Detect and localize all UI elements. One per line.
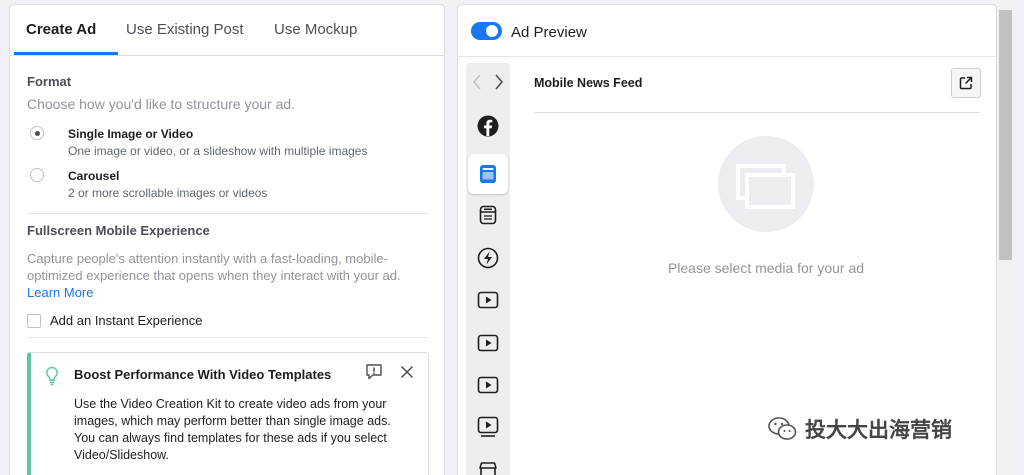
format-title: Format — [27, 74, 72, 89]
scrollbar-thumb[interactable] — [999, 10, 1012, 260]
learn-more-link[interactable]: Learn More — [27, 285, 93, 300]
option-label-single-image[interactable]: Single Image or Video — [68, 127, 193, 141]
option-desc-carousel: 2 or more scrollable images or videos — [68, 186, 268, 200]
option-label-carousel[interactable]: Carousel — [68, 169, 119, 183]
instant-experience-label[interactable]: Add an Instant Experience — [50, 313, 203, 328]
placement-video-3[interactable] — [468, 365, 508, 405]
external-link-icon — [959, 76, 973, 90]
report-feedback-icon[interactable] — [365, 363, 383, 381]
placement-instant-articles[interactable] — [468, 238, 508, 278]
media-placeholder — [718, 136, 814, 232]
format-subtitle: Choose how you'd like to structure your … — [27, 96, 296, 112]
video-feed-icon — [477, 416, 499, 437]
option-desc-single-image: One image or video, or a slideshow with … — [68, 144, 368, 158]
section-divider — [27, 337, 428, 338]
lightbulb-icon — [46, 366, 58, 386]
instant-articles-icon — [477, 247, 499, 269]
instant-experience-checkbox[interactable] — [27, 314, 41, 328]
facebook-icon — [477, 115, 499, 137]
preview-divider — [534, 112, 980, 113]
media-placeholder-icon — [736, 164, 795, 209]
video-icon — [477, 334, 499, 352]
story-icon — [479, 205, 497, 225]
active-tab-indicator — [14, 52, 118, 55]
boost-card-text: Use the Video Creation Kit to create vid… — [74, 397, 391, 462]
section-divider — [27, 213, 428, 214]
page-scrollbar[interactable] — [997, 0, 1014, 475]
placement-title: Mobile News Feed — [534, 76, 643, 90]
fullscreen-description: Capture people's attention instantly wit… — [27, 251, 401, 283]
ad-preview-toggle[interactable] — [471, 22, 502, 40]
boost-card-title: Boost Performance With Video Templates — [74, 367, 332, 382]
wechat-icon — [768, 417, 797, 440]
placement-stories[interactable] — [468, 195, 508, 235]
tab-use-mockup[interactable]: Use Mockup — [274, 21, 357, 38]
tab-create-ad[interactable]: Create Ad — [26, 21, 96, 38]
placement-marketplace[interactable] — [468, 451, 508, 475]
radio-carousel[interactable] — [30, 168, 44, 182]
empty-media-message: Please select media for your ad — [667, 260, 865, 276]
placement-video-1[interactable] — [468, 280, 508, 320]
ad-preview-panel: Ad Preview Mobile News Feed Please selec… — [457, 4, 997, 475]
fullscreen-title: Fullscreen Mobile Experience — [27, 223, 210, 238]
creative-tabs: Create Ad Use Existing Post Use Mockup — [10, 5, 444, 56]
chevron-right-icon[interactable] — [493, 73, 505, 91]
header-divider — [458, 56, 996, 57]
chevron-left-icon[interactable] — [471, 73, 483, 91]
open-preview-button[interactable] — [951, 68, 981, 98]
radio-single-image[interactable] — [30, 126, 44, 140]
ad-preview-label: Ad Preview — [511, 24, 587, 41]
placement-facebook[interactable] — [468, 106, 508, 146]
placement-video-2[interactable] — [468, 323, 508, 363]
placement-mobile-news-feed[interactable] — [468, 154, 508, 194]
watermark: 投大大出海营销 — [767, 414, 952, 444]
close-icon[interactable] — [400, 365, 414, 379]
placement-video-feed[interactable] — [468, 407, 508, 447]
watermark-text: 投大大出海营销 — [805, 419, 952, 442]
marketplace-icon — [479, 462, 497, 475]
news-feed-icon — [480, 165, 496, 183]
tab-use-existing-post[interactable]: Use Existing Post — [126, 21, 244, 38]
video-icon — [477, 376, 499, 394]
boost-performance-card: Boost Performance With Video Templates U… — [27, 352, 429, 475]
video-icon — [477, 291, 499, 309]
ad-creation-panel: Create Ad Use Existing Post Use Mockup F… — [9, 4, 445, 475]
